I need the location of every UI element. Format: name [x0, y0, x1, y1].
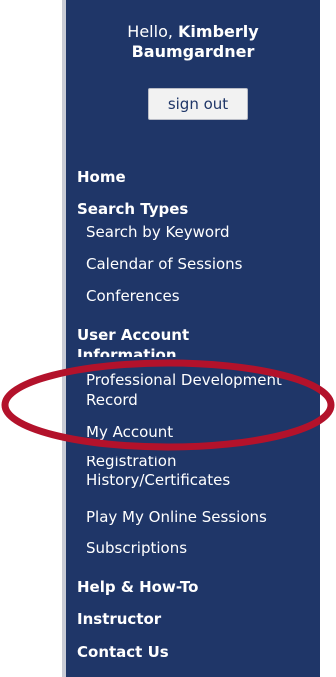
nav-user-account-line1: User Account [77, 326, 190, 344]
nav-search-types[interactable]: Search Types [77, 199, 188, 219]
nav-help-how-to[interactable]: Help & How-To [77, 577, 198, 597]
nav-play-online-sessions[interactable]: Play My Online Sessions [86, 507, 267, 527]
sidebar: Hello, Kimberly Baumgardner sign out Hom… [66, 0, 320, 677]
nav-reg-history-line2: History/Certificates [86, 471, 231, 489]
nav-user-account-information[interactable]: User Account Information [77, 325, 189, 357]
page: Hello, Kimberly Baumgardner sign out Hom… [0, 0, 336, 677]
nav-user-account-line2-clip: Information [77, 345, 189, 357]
nav-home[interactable]: Home [77, 167, 126, 187]
nav-reg-history-line1-clip: Registration [86, 456, 230, 470]
nav-instructor[interactable]: Instructor [77, 609, 161, 629]
user-first-name: Kimberly [178, 22, 259, 41]
nav-professional-development-record[interactable]: Professional Development Record [86, 370, 320, 410]
nav-user-account-line2: Information [77, 346, 177, 357]
nav-reg-history-line1: Registration [86, 456, 177, 470]
nav-subscriptions[interactable]: Subscriptions [86, 538, 187, 558]
nav-calendar-of-sessions[interactable]: Calendar of Sessions [86, 254, 243, 274]
nav-my-account[interactable]: My Account [86, 422, 173, 442]
nav-conferences[interactable]: Conferences [86, 286, 180, 306]
nav-pd-record-line2: Record [86, 391, 138, 409]
nav-registration-history[interactable]: Registration History/Certificates [86, 456, 230, 490]
nav-pd-record-line1: Professional Development [86, 371, 282, 389]
user-greeting: Hello, Kimberly Baumgardner [66, 22, 320, 62]
sign-out-button[interactable]: sign out [148, 88, 248, 120]
nav-search-by-keyword[interactable]: Search by Keyword [86, 222, 230, 242]
nav-contact-us[interactable]: Contact Us [77, 642, 169, 662]
greeting-prefix: Hello, [127, 22, 173, 41]
user-last-name: Baumgardner [131, 42, 255, 61]
